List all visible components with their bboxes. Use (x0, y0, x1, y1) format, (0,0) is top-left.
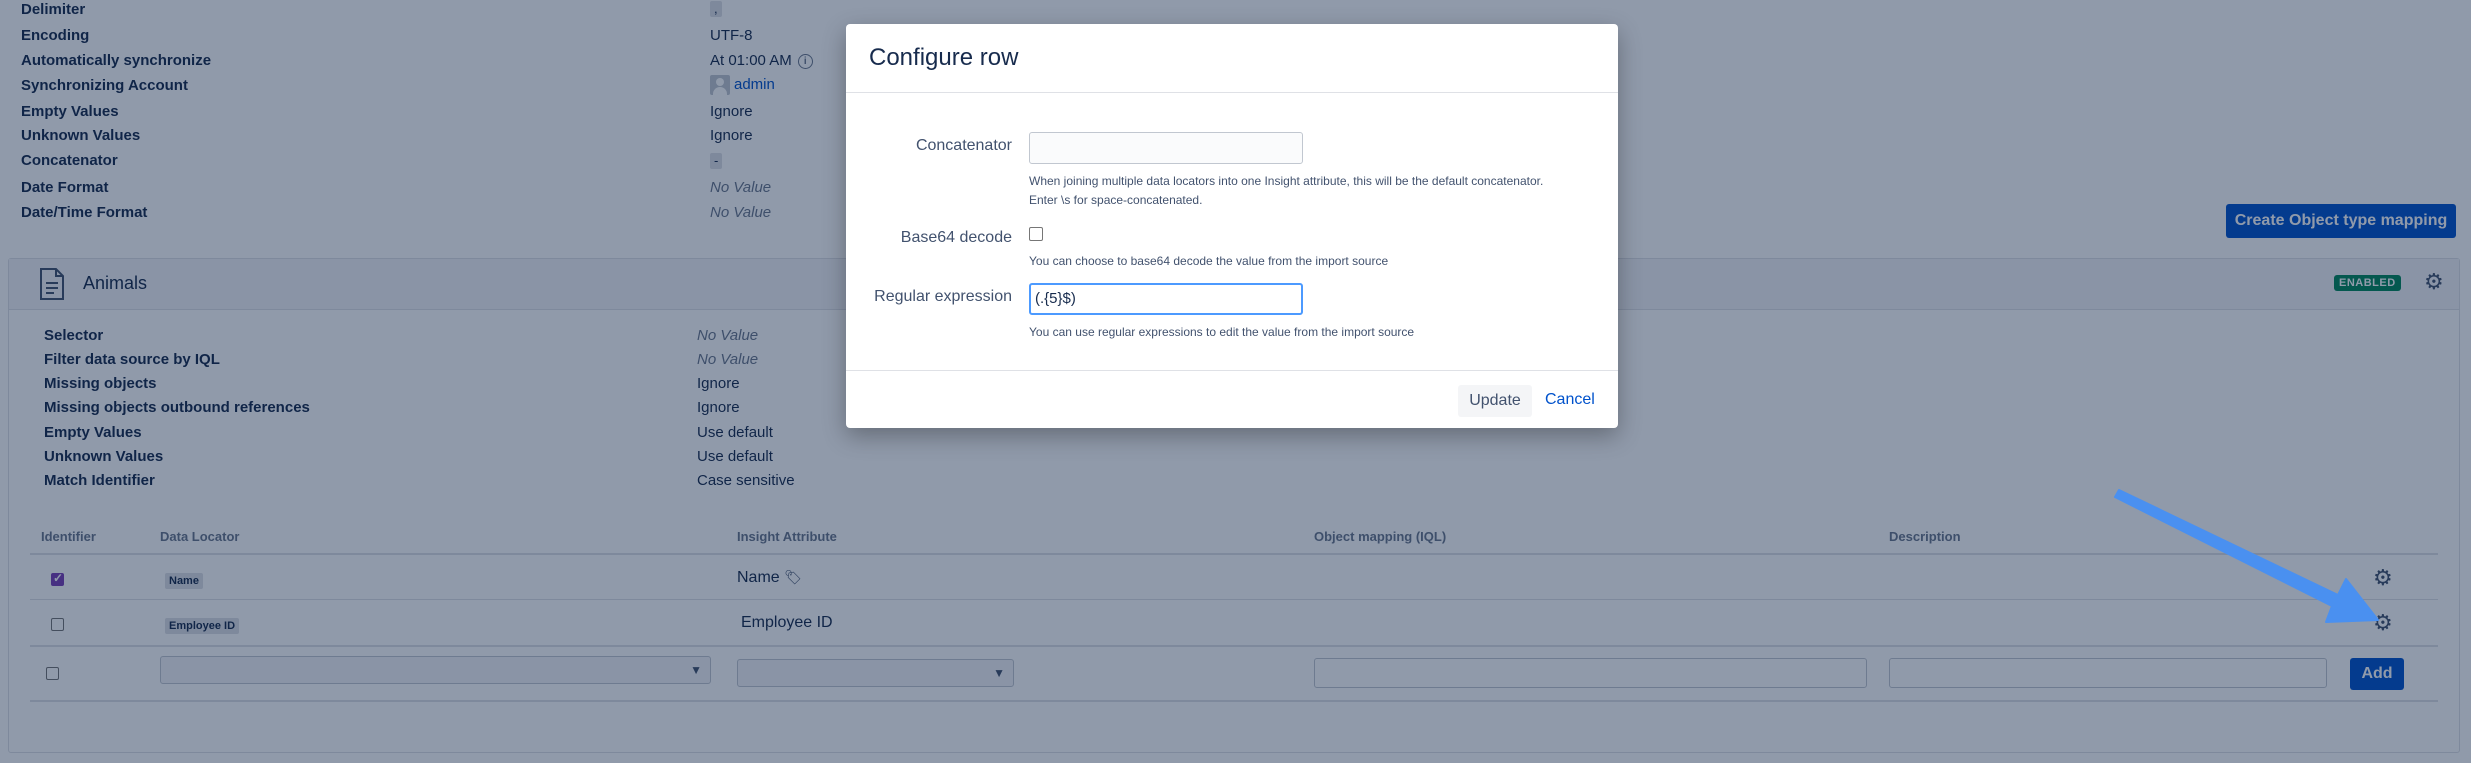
regex-input[interactable]: (.{5}$) (1029, 283, 1303, 315)
concatenator-label: Concatenator (915, 137, 1012, 154)
concatenator-help-space: Enter \s for space-concatenated. (1029, 193, 1203, 207)
cancel-link[interactable]: Cancel (1545, 391, 1595, 409)
update-button[interactable]: Update (1458, 385, 1532, 417)
regex-help: You can use regular expressions to edit … (1029, 325, 1415, 339)
dialog-header-divider (846, 92, 1618, 93)
configure-row-dialog: Configure row Concatenator When joining … (846, 24, 1618, 428)
regex-label: Regular expression (874, 288, 1012, 305)
base64-checkbox[interactable] (1029, 227, 1043, 241)
base64-help: You can choose to base64 decode the valu… (1029, 254, 1389, 268)
dialog-footer-divider (846, 370, 1618, 371)
concatenator-input[interactable] (1029, 132, 1303, 164)
concatenator-help: When joining multiple data locators into… (1029, 174, 1544, 188)
dialog-title: Configure row (869, 44, 1019, 71)
base64-label: Base64 decode (900, 229, 1012, 246)
